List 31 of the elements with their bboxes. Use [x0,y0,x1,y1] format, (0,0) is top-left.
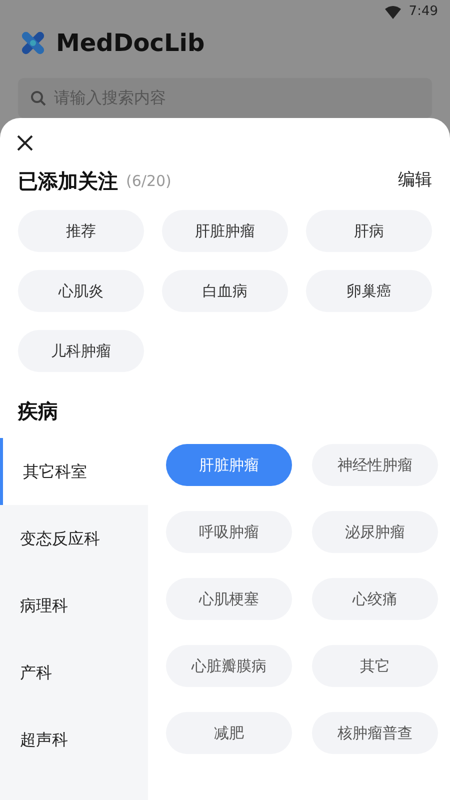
topic-chip[interactable]: 呼吸肿瘤 [166,511,292,553]
close-button[interactable] [16,134,34,152]
followed-tag[interactable]: 心肌炎 [18,270,144,312]
department-item[interactable]: 超声科 [0,706,148,773]
followed-tag[interactable]: 肝脏肿瘤 [162,210,288,252]
followed-tag[interactable]: 白血病 [162,270,288,312]
department-item[interactable]: 病理科 [0,572,148,639]
topic-chip[interactable]: 其它 [312,645,438,687]
followed-tag[interactable]: 推荐 [18,210,144,252]
app-title: MedDocLib [56,28,205,59]
topic-chip[interactable]: 泌尿肿瘤 [312,511,438,553]
topic-chip[interactable]: 心脏瓣膜病 [166,645,292,687]
department-item[interactable]: 产科 [0,639,148,706]
wifi-icon [384,6,401,18]
topic-chip[interactable]: 神经性肿瘤 [312,444,438,486]
department-item[interactable]: 变态反应科 [0,505,148,572]
edit-button[interactable]: 编辑 [398,168,432,194]
topic-chip[interactable]: 心绞痛 [312,578,438,620]
followed-tag[interactable]: 卵巢癌 [306,270,432,312]
department-item[interactable]: 其它科室 [0,438,148,505]
topic-chip[interactable]: 核肿瘤普查 [312,712,438,754]
topic-chip[interactable]: 减肥 [166,712,292,754]
followed-tag[interactable]: 肝病 [306,210,432,252]
section-title: 已添加关注 [18,168,118,195]
status-time: 7:49 [408,3,438,22]
topic-chip[interactable]: 心肌梗塞 [166,578,292,620]
search-icon [30,90,46,106]
follow-count: (6/20) [126,170,172,192]
section-title: 疾病 [16,398,59,425]
topic-chip[interactable]: 肝脏肿瘤 [166,444,292,486]
followed-tag[interactable]: 儿科肿瘤 [18,330,144,372]
